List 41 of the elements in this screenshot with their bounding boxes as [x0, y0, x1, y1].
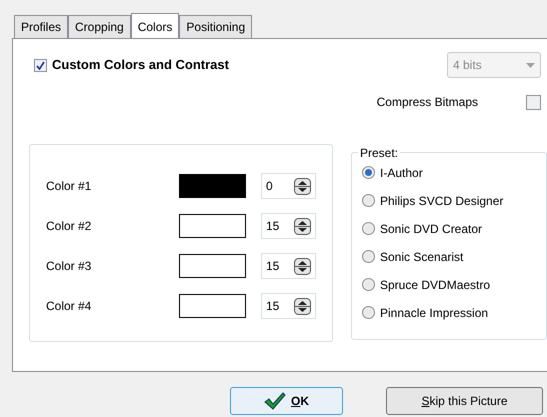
- radio-button[interactable]: [362, 306, 375, 319]
- spin-field[interactable]: 15: [261, 253, 316, 279]
- ok-button[interactable]: OK: [230, 387, 343, 415]
- dropdown-arrow-icon: [526, 62, 535, 68]
- spin-arrows-icon: [294, 258, 311, 274]
- checkmark-icon: [264, 392, 286, 410]
- checkmark-icon: [36, 60, 45, 70]
- checkbox-label: Compress Bitmaps: [376, 94, 478, 111]
- radio-button[interactable]: [362, 166, 375, 179]
- tab[interactable]: Cropping: [68, 15, 131, 38]
- radio-label: Sonic Scenarist: [380, 248, 464, 266]
- radio-button[interactable]: [362, 250, 375, 263]
- radio-label: I-Author: [380, 164, 423, 182]
- tab[interactable]: Profiles: [14, 15, 68, 38]
- skip-button[interactable]: Skip this Picture: [386, 387, 543, 415]
- tab[interactable]: Positioning: [179, 15, 252, 38]
- spin-arrows-icon: [294, 298, 311, 314]
- radio-button[interactable]: [362, 194, 375, 207]
- color-swatch[interactable]: [179, 214, 246, 238]
- spin-field[interactable]: 15: [261, 293, 316, 319]
- color-label: Color #3: [46, 258, 92, 275]
- spin-arrows-icon: [294, 178, 311, 194]
- color-label: Color #4: [46, 298, 92, 315]
- checkbox-label: Custom Colors and Contrast: [52, 56, 229, 74]
- color-swatch[interactable]: [179, 254, 246, 278]
- spin-arrows-icon: [294, 218, 311, 234]
- radio-label: Pinnacle Impression: [380, 304, 488, 322]
- tab[interactable]: Colors: [130, 13, 180, 39]
- color-swatch[interactable]: [179, 174, 246, 198]
- color-label: Color #1: [46, 178, 92, 195]
- color-label: Color #2: [46, 218, 92, 235]
- spin-field[interactable]: 15: [261, 213, 316, 239]
- radio-label: Sonic DVD Creator: [380, 220, 482, 238]
- spin-field[interactable]: 0: [261, 173, 316, 199]
- checkbox[interactable]: [34, 58, 47, 72]
- radio-button[interactable]: [362, 278, 375, 291]
- radio-button[interactable]: [362, 222, 375, 235]
- radio-label: Spruce DVDMaestro: [380, 276, 490, 294]
- radio-label: Philips SVCD Designer: [380, 192, 504, 210]
- color-swatch[interactable]: [179, 294, 246, 318]
- checkbox[interactable]: [526, 94, 541, 110]
